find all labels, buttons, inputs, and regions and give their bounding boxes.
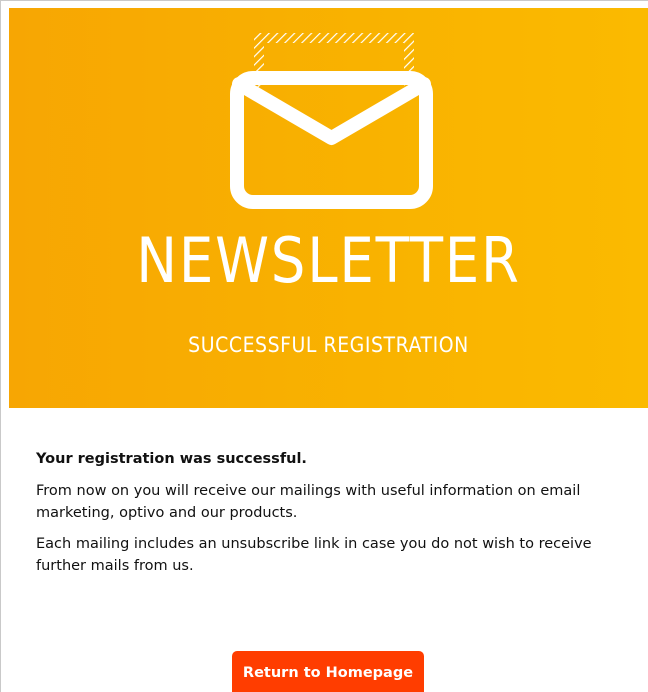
envelope-icon (230, 33, 433, 209)
confirmation-message: Your registration was successful. From n… (36, 448, 636, 586)
newsletter-banner: NEWSLETTER SUCCESSFUL REGISTRATION (9, 8, 648, 408)
return-to-homepage-button[interactable]: Return to Homepage (232, 651, 424, 692)
newsletter-title: NEWSLETTER (136, 224, 521, 297)
registration-subtitle: SUCCESSFUL REGISTRATION (188, 333, 469, 357)
confirmation-paragraph-unsubscribe: Each mailing includes an unsubscribe lin… (36, 536, 592, 574)
confirmation-paragraph-mailings: From now on you will receive our mailing… (36, 483, 581, 521)
confirmation-headline: Your registration was successful. (36, 451, 307, 467)
